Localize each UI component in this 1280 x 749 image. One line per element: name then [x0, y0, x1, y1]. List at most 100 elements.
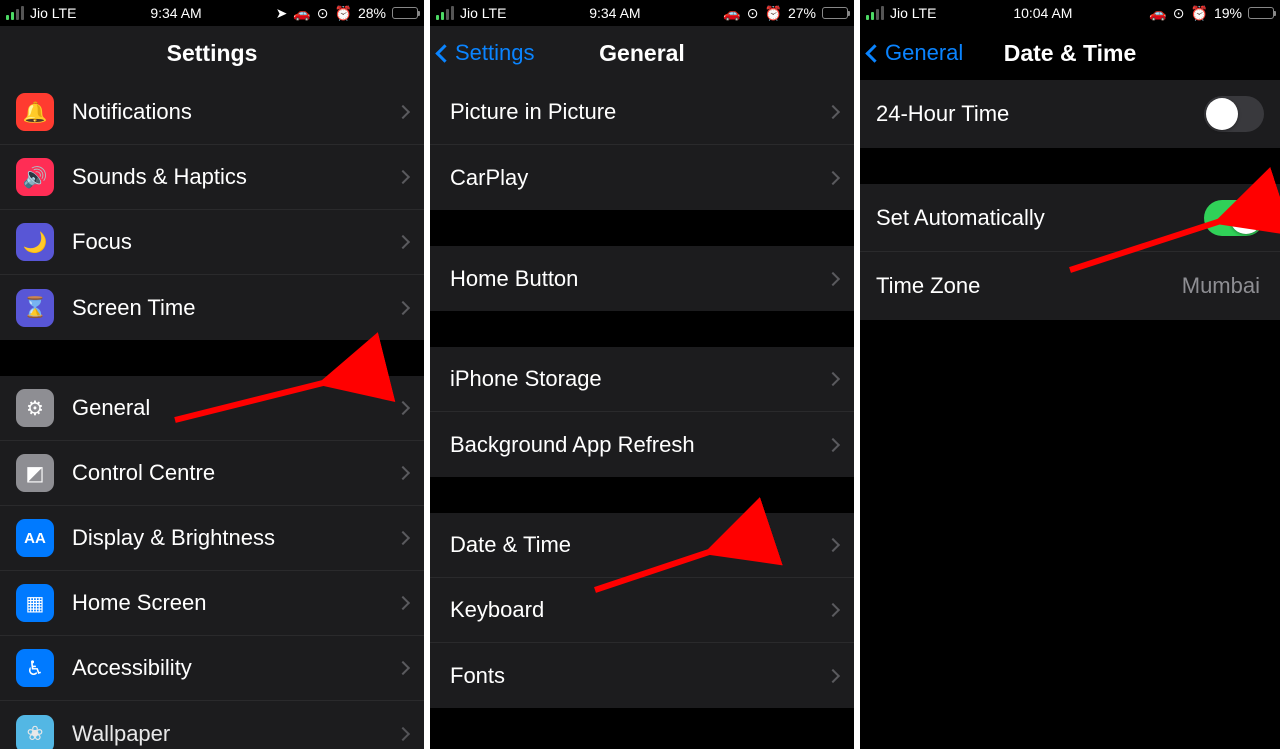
- speaker-icon: 🔊: [16, 158, 54, 196]
- settings-group-1: 🔔 Notifications 🔊 Sounds & Haptics 🌙 Foc…: [0, 80, 424, 340]
- status-bar: Jio LTE 9:34 AM ➤ 🚗 ⊙ ⏰ 28%: [0, 0, 424, 26]
- flower-icon: ❀: [16, 715, 54, 749]
- alarm-icon: ⏰: [765, 5, 782, 22]
- row-label: Time Zone: [876, 273, 1182, 299]
- row-carplay[interactable]: CarPlay: [430, 145, 854, 210]
- row-label: iPhone Storage: [450, 366, 820, 392]
- row-label: Notifications: [72, 99, 390, 125]
- chevron-right-icon: [826, 437, 840, 451]
- row-accessibility[interactable]: ♿︎ Accessibility: [0, 636, 424, 701]
- page-title: Settings: [0, 40, 424, 67]
- chevron-right-icon: [396, 170, 410, 184]
- car-icon: 🚗: [1149, 5, 1166, 22]
- chevron-right-icon: [396, 401, 410, 415]
- chevron-right-icon: [396, 300, 410, 314]
- row-background-app-refresh[interactable]: Background App Refresh: [430, 412, 854, 477]
- carrier-label: Jio LTE: [30, 5, 76, 21]
- chevron-left-icon: [435, 44, 453, 62]
- row-label: Fonts: [450, 663, 820, 689]
- battery-percent: 19%: [1214, 5, 1242, 21]
- chevron-left-icon: [865, 44, 883, 62]
- row-wallpaper[interactable]: ❀ Wallpaper: [0, 701, 424, 749]
- row-time-zone[interactable]: Time Zone Mumbai: [860, 252, 1280, 320]
- row-home-screen[interactable]: ▦ Home Screen: [0, 571, 424, 636]
- row-label: Set Automatically: [876, 205, 1204, 231]
- row-label: Date & Time: [450, 532, 820, 558]
- chevron-right-icon: [826, 603, 840, 617]
- status-time: 10:04 AM: [936, 5, 1149, 21]
- row-set-automatically[interactable]: Set Automatically: [860, 184, 1280, 252]
- car-icon: 🚗: [723, 5, 740, 22]
- row-control-centre[interactable]: ◩ Control Centre: [0, 441, 424, 506]
- row-picture-in-picture[interactable]: Picture in Picture: [430, 80, 854, 145]
- bell-icon: 🔔: [16, 93, 54, 131]
- chevron-right-icon: [396, 661, 410, 675]
- row-label: CarPlay: [450, 165, 820, 191]
- row-screen-time[interactable]: ⌛ Screen Time: [0, 275, 424, 340]
- row-label: Sounds & Haptics: [72, 164, 390, 190]
- chevron-right-icon: [396, 105, 410, 119]
- chevron-right-icon: [826, 170, 840, 184]
- signal-icon: [866, 6, 884, 20]
- row-fonts[interactable]: Fonts: [430, 643, 854, 708]
- text-size-icon: AA: [16, 519, 54, 557]
- row-label: Control Centre: [72, 460, 390, 486]
- row-notifications[interactable]: 🔔 Notifications: [0, 80, 424, 145]
- row-keyboard[interactable]: Keyboard: [430, 578, 854, 643]
- row-focus[interactable]: 🌙 Focus: [0, 210, 424, 275]
- toggle-24-hour[interactable]: [1204, 96, 1264, 132]
- lock-icon: ⊙: [747, 5, 759, 22]
- navbar: General Date & Time: [860, 26, 1280, 80]
- row-label: Background App Refresh: [450, 432, 820, 458]
- toggle-set-automatically[interactable]: [1204, 200, 1264, 236]
- chevron-right-icon: [396, 466, 410, 480]
- row-sounds-haptics[interactable]: 🔊 Sounds & Haptics: [0, 145, 424, 210]
- row-date-time[interactable]: Date & Time: [430, 513, 854, 578]
- back-button[interactable]: Settings: [430, 40, 535, 66]
- alarm-icon: ⏰: [1191, 5, 1208, 22]
- signal-icon: [436, 6, 454, 20]
- status-bar: Jio LTE 10:04 AM 🚗 ⊙ ⏰ 19%: [860, 0, 1280, 26]
- moon-icon: 🌙: [16, 223, 54, 261]
- toggles-icon: ◩: [16, 454, 54, 492]
- lock-icon: ⊙: [1173, 5, 1185, 22]
- row-label: General: [72, 395, 390, 421]
- chevron-right-icon: [396, 726, 410, 740]
- back-button[interactable]: General: [860, 40, 963, 66]
- row-label: Home Screen: [72, 590, 390, 616]
- battery-percent: 27%: [788, 5, 816, 21]
- status-time: 9:34 AM: [76, 5, 275, 21]
- row-label: Accessibility: [72, 655, 390, 681]
- lock-icon: ⊙: [317, 5, 329, 22]
- navbar: Settings General: [430, 26, 854, 80]
- back-label: General: [885, 40, 963, 66]
- row-display-brightness[interactable]: AA Display & Brightness: [0, 506, 424, 571]
- battery-icon: [822, 7, 848, 19]
- row-label: Picture in Picture: [450, 99, 820, 125]
- row-label: Keyboard: [450, 597, 820, 623]
- settings-group-2: ⚙ General ◩ Control Centre AA Display & …: [0, 376, 424, 749]
- chevron-right-icon: [826, 668, 840, 682]
- status-time: 9:34 AM: [506, 5, 723, 21]
- carrier-label: Jio LTE: [460, 5, 506, 21]
- carrier-label: Jio LTE: [890, 5, 936, 21]
- time-zone-value: Mumbai: [1182, 273, 1260, 299]
- row-iphone-storage[interactable]: iPhone Storage: [430, 347, 854, 412]
- chevron-right-icon: [396, 235, 410, 249]
- grid-icon: ▦: [16, 584, 54, 622]
- row-label: Screen Time: [72, 295, 390, 321]
- row-general[interactable]: ⚙ General: [0, 376, 424, 441]
- chevron-right-icon: [826, 271, 840, 285]
- status-bar: Jio LTE 9:34 AM 🚗 ⊙ ⏰ 27%: [430, 0, 854, 26]
- car-icon: 🚗: [293, 5, 310, 22]
- row-24-hour-time[interactable]: 24-Hour Time: [860, 80, 1280, 148]
- row-label: Wallpaper: [72, 721, 390, 747]
- row-label: Display & Brightness: [72, 525, 390, 551]
- location-icon: ➤: [276, 5, 288, 22]
- accessibility-icon: ♿︎: [16, 649, 54, 687]
- row-label: 24-Hour Time: [876, 101, 1204, 127]
- row-home-button[interactable]: Home Button: [430, 246, 854, 311]
- chevron-right-icon: [826, 538, 840, 552]
- row-label: Home Button: [450, 266, 820, 292]
- navbar: Settings: [0, 26, 424, 80]
